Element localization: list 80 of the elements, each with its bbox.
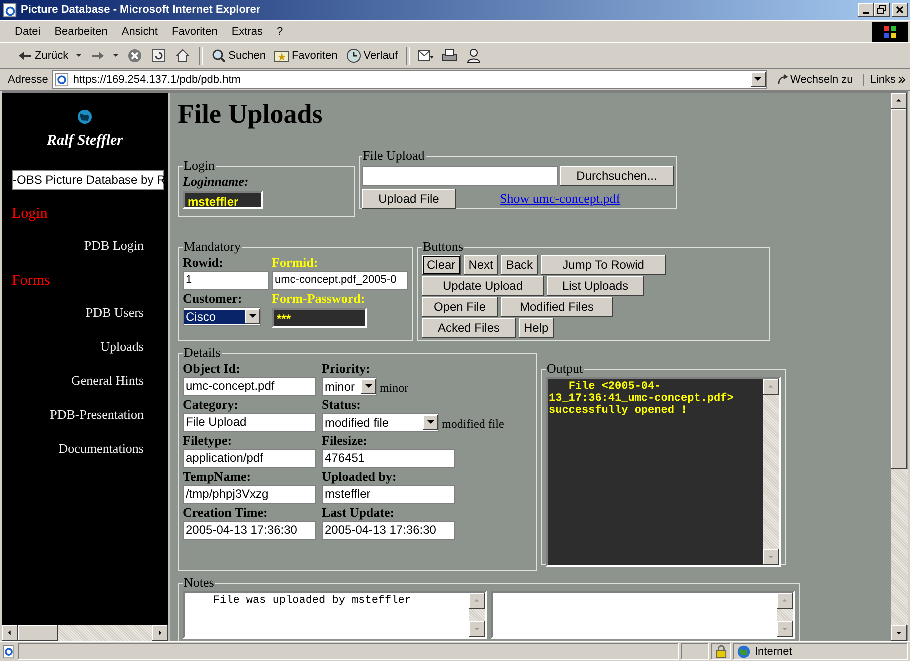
dropdown[interactable]: minor <box>322 377 377 396</box>
panel-legend: Login <box>183 158 216 174</box>
address-field[interactable]: https://169.254.137.1/pdb/pdb.htm <box>52 70 767 89</box>
window-title: Picture Database - Microsoft Internet Explorer <box>21 4 262 16</box>
field-label: Status: <box>322 397 362 413</box>
text-field[interactable]: umc-concept.pdf <box>183 377 316 396</box>
panel-legend: Mandatory <box>183 239 242 255</box>
output-text: File <2005-04-13_17:36:41_umc-concept.pdf> successfully opened ! <box>548 380 735 419</box>
panel-legend: Details <box>183 345 222 361</box>
field-label: Uploaded by: <box>322 469 398 485</box>
links-button[interactable]: Links <box>863 74 896 86</box>
zone-label: Internet <box>755 646 792 658</box>
field-label: Loginname: <box>183 174 250 190</box>
go-button[interactable]: Wechseln zu <box>770 74 860 86</box>
dropdown[interactable]: modified file <box>322 413 439 432</box>
search-button[interactable]: Suchen <box>208 44 269 66</box>
text-field[interactable]: 1 <box>183 271 269 290</box>
field-label: Formid: <box>272 255 320 271</box>
action-button[interactable]: Update Upload <box>422 276 544 296</box>
text-field[interactable]: 2005-04-13 17:36:30 <box>183 521 316 540</box>
field-label: Filetype: <box>183 433 234 449</box>
section-heading: Login <box>12 206 48 223</box>
menu-item[interactable]: ? <box>272 26 288 38</box>
text-field[interactable]: File Upload <box>183 413 316 432</box>
password-field[interactable]: *** <box>272 308 367 328</box>
favorites-button[interactable]: Favoriten <box>270 44 341 66</box>
text-field[interactable]: msteffler <box>322 485 455 504</box>
action-button[interactable]: Acked Files <box>422 318 516 338</box>
nav-link[interactable]: PDB-Presentation <box>50 407 144 423</box>
nav-link[interactable]: Documentations <box>58 441 144 457</box>
action-button[interactable]: Help <box>519 318 554 338</box>
upload-button[interactable]: Upload File <box>362 189 456 209</box>
field-label: Filesize: <box>322 433 368 449</box>
action-button[interactable]: Jump To Rowid <box>541 255 666 275</box>
field-label: Priority: <box>322 361 372 377</box>
field-label: Last Update: <box>322 505 396 521</box>
panel-legend: Notes <box>183 575 216 591</box>
browse-button[interactable]: Durchsuchen... <box>560 166 674 186</box>
field-label: Rowid: <box>183 255 224 271</box>
notes-text: File was uploaded by msteffler <box>212 594 412 609</box>
nav-link[interactable]: Uploads <box>100 339 144 355</box>
field-label: Object Id: <box>183 361 242 377</box>
field-label: TempName: <box>183 469 252 485</box>
nav-link[interactable]: PDB Users <box>86 305 144 321</box>
text-field[interactable]: /tmp/phpj3Vxzg <box>183 485 316 504</box>
toolbar-back-button[interactable]: Zurück <box>14 44 85 66</box>
nav-link[interactable]: General Hints <box>71 373 144 389</box>
selection-note: modified file <box>442 417 504 432</box>
menu-item[interactable]: Ansicht <box>116 26 163 38</box>
panel-legend: Buttons <box>422 239 464 255</box>
page-heading: File Uploads <box>178 99 324 130</box>
text-field[interactable]: 2005-04-13 17:36:30 <box>322 521 455 540</box>
logo: Ralf Steffler <box>47 133 123 150</box>
text-field[interactable]: umc-concept.pdf_2005-0 <box>272 271 408 290</box>
field-label: Customer: <box>183 291 244 307</box>
menu-item[interactable]: Datei <box>10 26 46 38</box>
nav-link[interactable]: PDB Login <box>84 238 144 254</box>
menu-item[interactable]: Favoriten <box>166 26 223 38</box>
history-button[interactable]: Verlauf <box>342 44 402 66</box>
text-field[interactable]: application/pdf <box>183 449 316 468</box>
action-button[interactable]: Clear <box>422 255 461 275</box>
action-button[interactable]: Open File <box>422 297 498 317</box>
action-button[interactable]: List Uploads <box>547 276 644 296</box>
field-label: Category: <box>183 397 240 413</box>
login-name-field[interactable]: msteffler <box>183 191 263 209</box>
panel-legend: File Upload <box>362 148 426 164</box>
notes-area[interactable]: File was uploaded by msteffler <box>183 591 487 639</box>
customer-select[interactable]: Cisco <box>183 307 261 326</box>
text-field[interactable]: 476451 <box>322 449 455 468</box>
panel-legend: Output <box>546 361 584 377</box>
address-label: Adresse <box>8 74 48 86</box>
action-button[interactable]: Next <box>464 255 498 275</box>
section-heading: Forms <box>12 273 50 290</box>
field-label: Creation Time: <box>183 505 269 521</box>
field-label: Form-Password: <box>272 291 366 307</box>
menu-item[interactable]: Bearbeiten <box>50 26 113 38</box>
action-button[interactable]: Back <box>501 255 538 275</box>
selection-note: minor <box>380 381 409 396</box>
action-button[interactable]: Modified Files <box>501 297 613 317</box>
menu-item[interactable]: Extras <box>226 26 268 38</box>
